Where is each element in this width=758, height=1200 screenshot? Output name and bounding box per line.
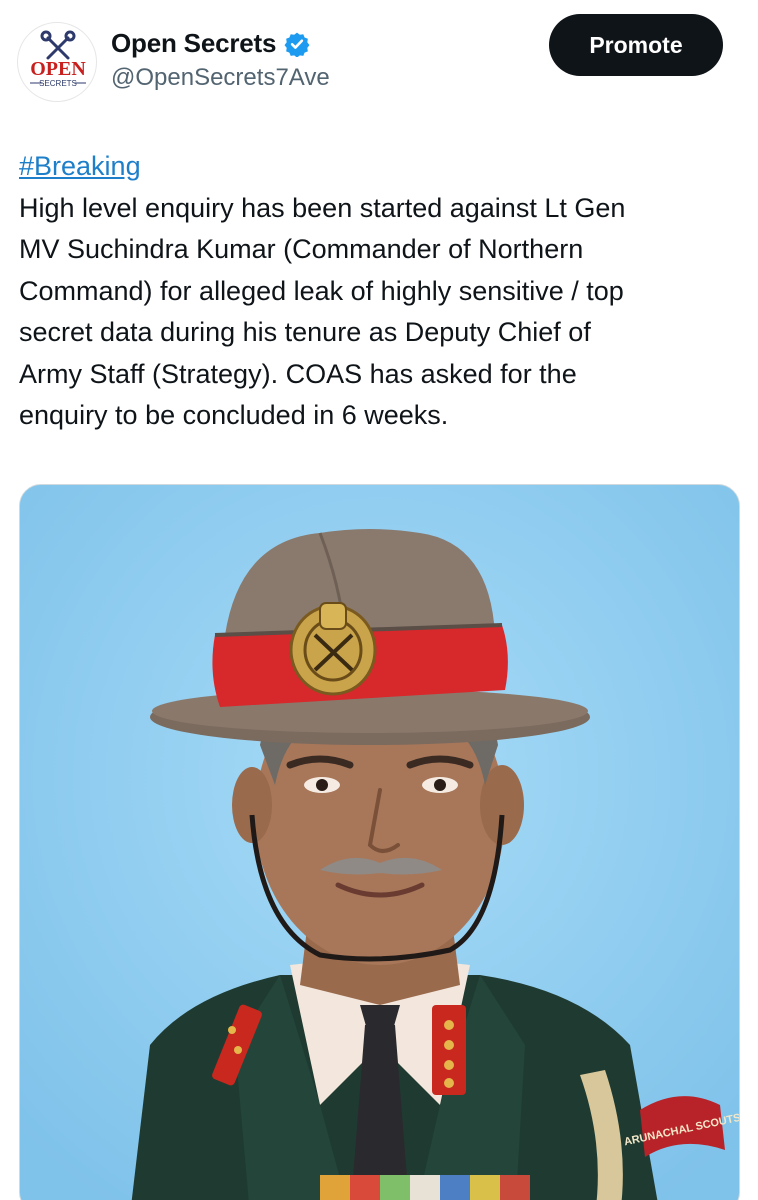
tweet-text-line: Army Staff (Strategy). COAS has asked fo… <box>19 358 577 389</box>
tweet-text-line: enquiry to be concluded in 6 weeks. <box>19 400 449 430</box>
display-name[interactable]: Open Secrets <box>111 28 276 59</box>
tweet-text-line: secret data during his tenure as Deputy … <box>19 317 591 347</box>
tweet-text: #Breaking High level enquiry has been st… <box>19 146 739 437</box>
display-name-row: Open Secrets <box>111 28 310 59</box>
cap-badge <box>289 602 377 696</box>
verified-badge-icon <box>284 32 310 57</box>
svg-text:OPEN: OPEN <box>30 58 86 80</box>
tweet-text-line: Command) for alleged leak of highly sens… <box>19 275 624 306</box>
account-handle[interactable]: @OpenSecrets7Ave <box>111 64 330 92</box>
promote-button[interactable]: Promote <box>549 14 723 76</box>
tweet-text-line: MV Suchindra Kumar (Commander of Norther… <box>19 234 584 264</box>
officer-portrait-illustration: ARUNACHAL SCOUTS <box>20 485 739 1200</box>
tweet-header: OPEN SECRETS Open Secrets @OpenSecrets7A… <box>0 0 758 120</box>
tweet-text-line: High level enquiry has been started agai… <box>19 192 626 223</box>
open-secrets-logo-icon: OPEN SECRETS <box>30 30 86 88</box>
tweet-photo[interactable]: ARUNACHAL SCOUTS <box>19 484 740 1200</box>
hashtag-link[interactable]: #Breaking <box>19 146 739 188</box>
svg-text:SECRETS: SECRETS <box>39 79 77 88</box>
avatar[interactable]: OPEN SECRETS <box>17 22 97 102</box>
